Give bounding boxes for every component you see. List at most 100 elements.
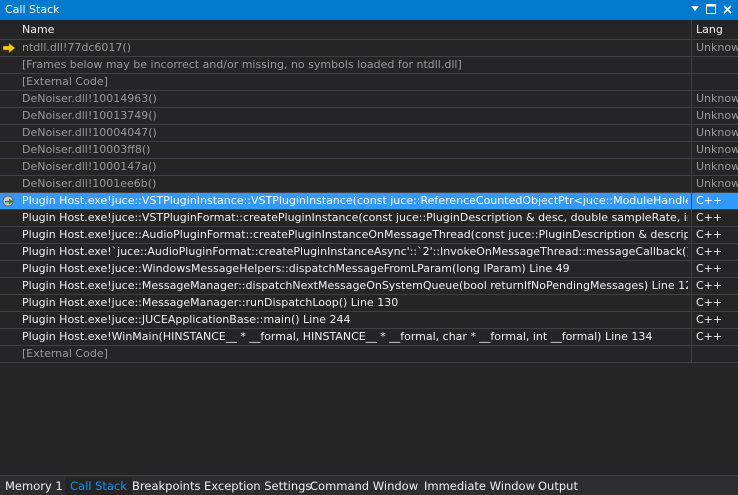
frame-name: DeNoiser.dll!10013749()	[22, 109, 157, 122]
close-icon[interactable]	[720, 2, 734, 16]
column-header: Name Lang	[0, 20, 738, 40]
tab-memory-1[interactable]: Memory 1	[0, 477, 68, 495]
column-divider	[691, 244, 692, 260]
stack-frame-row[interactable]: DeNoiser.dll!10004047() Unknown	[0, 125, 738, 142]
row-gutter	[0, 295, 18, 311]
row-gutter	[0, 108, 18, 124]
row-gutter	[0, 193, 18, 209]
stack-frame-row[interactable]: [External Code]	[0, 74, 738, 91]
row-gutter	[0, 40, 18, 56]
column-divider	[691, 193, 692, 209]
frame-language: C++	[696, 211, 723, 224]
frame-language: C++	[696, 194, 723, 207]
row-gutter	[0, 329, 18, 345]
frame-language: C++	[696, 296, 723, 309]
column-divider	[691, 261, 692, 277]
frame-name: [External Code]	[22, 75, 108, 88]
column-divider	[691, 329, 692, 345]
tab-output[interactable]: Output	[533, 477, 583, 495]
tab-call-stack[interactable]: Call Stack	[65, 477, 132, 495]
tool-window-tab-bar: Memory 1 Call Stack Breakpoints Exception S…	[0, 475, 738, 495]
column-divider	[691, 227, 692, 243]
stack-frame-row[interactable]: Plugin Host.exe!WinMain(HINSTANCE__ * __…	[0, 329, 738, 346]
frame-name: Plugin Host.exe!juce::JUCEApplicationBas…	[22, 313, 351, 326]
row-gutter	[0, 159, 18, 175]
current-frame-arrow-icon	[2, 42, 16, 56]
frame-name: [External Code]	[22, 347, 108, 360]
column-header-name[interactable]: Name	[22, 23, 54, 36]
stack-frame-row[interactable]: ntdll.dll!77dc6017() Unknown	[0, 40, 738, 57]
frame-name: ntdll.dll!77dc6017()	[22, 41, 131, 54]
stack-frame-row[interactable]: DeNoiser.dll!10013749() Unknown	[0, 108, 738, 125]
window-title: Call Stack	[5, 3, 60, 16]
frame-language: Unknown	[696, 160, 738, 173]
stack-frame-row[interactable]: Plugin Host.exe!juce::VSTPluginFormat::c…	[0, 210, 738, 227]
tab-exception-settings[interactable]: Exception Settings	[199, 477, 316, 495]
column-divider[interactable]	[691, 20, 692, 40]
stack-frame-row[interactable]: [External Code]	[0, 346, 738, 363]
stack-frame-row[interactable]: Plugin Host.exe!juce::VSTPluginInstance:…	[0, 193, 738, 210]
frame-language: C++	[696, 313, 723, 326]
column-divider	[691, 74, 692, 90]
maximize-icon[interactable]	[704, 2, 718, 16]
row-gutter	[0, 57, 18, 73]
frame-name: Plugin Host.exe!`juce::AudioPluginFormat…	[22, 245, 688, 258]
column-divider	[691, 142, 692, 158]
stack-frame-row[interactable]: Plugin Host.exe!juce::MessageManager::di…	[0, 278, 738, 295]
row-gutter	[0, 261, 18, 277]
column-divider	[691, 176, 692, 192]
column-divider	[691, 108, 692, 124]
stack-frame-row[interactable]: Plugin Host.exe!juce::JUCEApplicationBas…	[0, 312, 738, 329]
row-gutter	[0, 91, 18, 107]
column-divider	[691, 346, 692, 362]
column-divider	[691, 159, 692, 175]
frame-name: Plugin Host.exe!juce::WindowsMessageHelp…	[22, 262, 570, 275]
frame-language: C++	[696, 262, 723, 275]
frame-language: Unknown	[696, 41, 738, 54]
call-stack-list: ntdll.dll!77dc6017() Unknown [Frames below…	[0, 40, 738, 364]
stack-frame-row[interactable]: DeNoiser.dll!1000147a() Unknown	[0, 159, 738, 176]
frame-name: Plugin Host.exe!juce::VSTPluginFormat::c…	[22, 211, 688, 224]
frame-language: C++	[696, 330, 723, 343]
frame-name: DeNoiser.dll!10004047()	[22, 126, 157, 139]
frame-language: C++	[696, 279, 723, 292]
frame-language: Unknown	[696, 92, 738, 105]
stack-frame-row[interactable]: DeNoiser.dll!10003ff8() Unknown	[0, 142, 738, 159]
tab-immediate-window[interactable]: Immediate Window	[419, 477, 540, 495]
stack-frame-row[interactable]: [Frames below may be incorrect and/or mi…	[0, 57, 738, 74]
row-gutter	[0, 142, 18, 158]
frame-name: Plugin Host.exe!juce::AudioPluginFormat:…	[22, 228, 688, 241]
row-gutter	[0, 176, 18, 192]
column-divider	[691, 278, 692, 294]
frame-name: Plugin Host.exe!juce::MessageManager::ru…	[22, 296, 399, 309]
row-gutter	[0, 346, 18, 362]
frame-language: C++	[696, 228, 723, 241]
frame-language: Unknown	[696, 109, 738, 122]
frame-language: Unknown	[696, 126, 738, 139]
stack-frame-row[interactable]: DeNoiser.dll!1001ee6b() Unknown	[0, 176, 738, 193]
row-gutter	[0, 312, 18, 328]
row-gutter	[0, 210, 18, 226]
frame-name: Plugin Host.exe!juce::MessageManager::di…	[22, 279, 688, 292]
stack-frame-row[interactable]: Plugin Host.exe!juce::MessageManager::ru…	[0, 295, 738, 312]
frame-name: [Frames below may be incorrect and/or mi…	[22, 58, 462, 71]
row-gutter	[0, 125, 18, 141]
tab-breakpoints[interactable]: Breakpoints	[127, 477, 205, 495]
chevron-down-icon[interactable]	[688, 2, 702, 16]
tab-command-window[interactable]: Command Window	[305, 477, 423, 495]
stack-frame-row[interactable]: DeNoiser.dll!10014963() Unknown	[0, 91, 738, 108]
stack-frame-row[interactable]: Plugin Host.exe!juce::AudioPluginFormat:…	[0, 227, 738, 244]
column-divider	[691, 210, 692, 226]
row-gutter	[0, 244, 18, 260]
column-divider	[691, 125, 692, 141]
frame-name: DeNoiser.dll!1001ee6b()	[22, 177, 157, 190]
column-divider	[691, 91, 692, 107]
row-gutter	[0, 278, 18, 294]
stack-frame-row[interactable]: Plugin Host.exe!`juce::AudioPluginFormat…	[0, 244, 738, 261]
stack-frame-row[interactable]: Plugin Host.exe!juce::WindowsMessageHelp…	[0, 261, 738, 278]
frame-name: DeNoiser.dll!10003ff8()	[22, 143, 151, 156]
frame-language: Unknown	[696, 143, 738, 156]
row-gutter	[0, 227, 18, 243]
column-header-lang[interactable]: Lang	[696, 23, 723, 36]
column-divider	[691, 312, 692, 328]
